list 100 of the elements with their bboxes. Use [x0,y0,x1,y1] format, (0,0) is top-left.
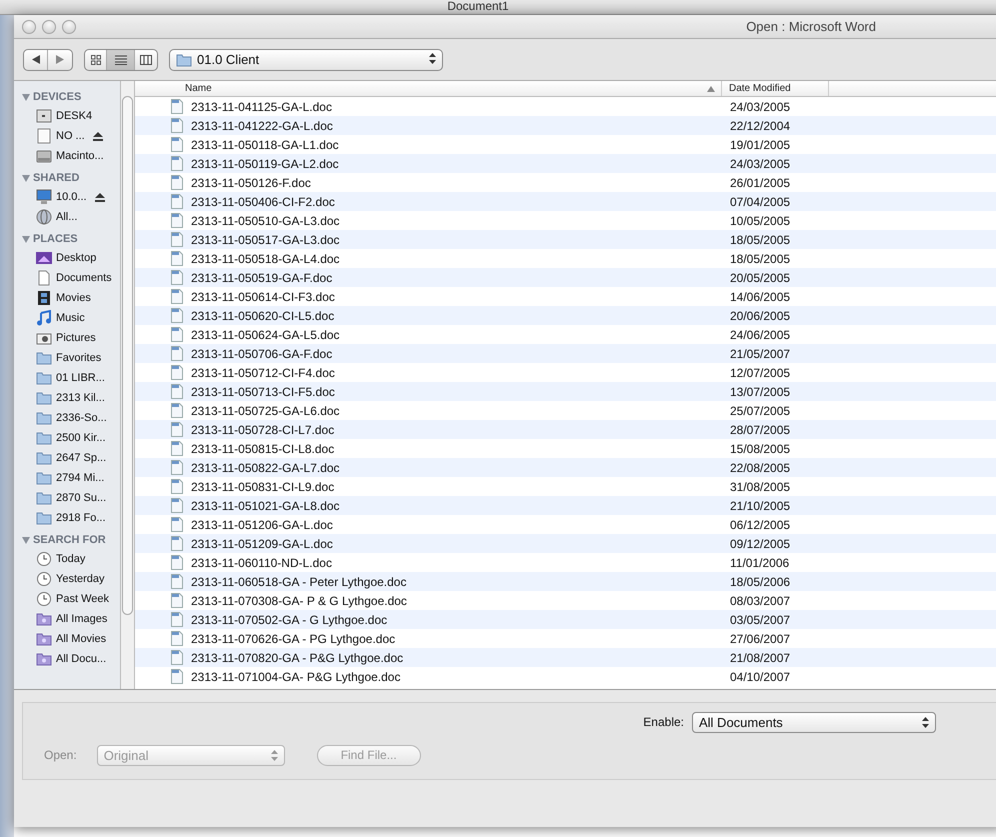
document-icon [171,498,183,513]
file-row[interactable]: 2313-11-050713-CI-F5.doc 13/07/2005 [135,382,996,401]
sidebar-item[interactable]: Documents [56,272,112,284]
minimize-button[interactable] [42,20,56,34]
file-row[interactable]: 2313-11-041222-GA-L.doc 22/12/2004 [135,116,996,135]
sidebar-item[interactable]: 01 LIBR... [56,372,105,384]
date-modified: 21/08/2007 [729,650,792,664]
monitor-icon [36,189,52,205]
sidebar-item[interactable]: All Images [56,613,108,625]
smart-folder-icon [36,611,52,627]
date-modified: 07/04/2005 [729,194,792,208]
file-name: 2313-11-051021-GA-L8.doc [191,498,340,512]
date-modified: 24/06/2005 [729,328,792,342]
updown-arrows-icon [429,53,436,64]
drive-icon [36,128,52,144]
document-icon [171,365,183,380]
column-view-icon [140,54,152,64]
file-row[interactable]: 2313-11-050406-CI-F2.doc 07/04/2005 [135,192,996,211]
date-modified: 18/05/2005 [729,252,792,266]
sidebar-heading: PLACES [33,233,78,245]
document-icon [171,194,183,209]
file-name: 2313-11-050815-CI-L8.doc [191,442,334,456]
document-icon [171,213,183,228]
sidebar-item[interactable]: All... [56,211,78,223]
sidebar-item[interactable]: All Docu... [56,653,106,665]
disclosure-triangle-icon[interactable] [22,94,30,100]
sidebar-item[interactable]: Macinto... [56,150,104,162]
file-row[interactable]: 2313-11-051021-GA-L8.doc 21/10/2005 [135,496,996,515]
date-modified: 15/08/2005 [729,442,792,456]
sidebar-item[interactable]: Music [56,312,85,324]
file-row[interactable]: 2313-11-050706-GA-F.doc 21/05/2007 [135,344,996,363]
name-column-header[interactable]: Name [135,81,722,96]
file-name: 2313-11-051209-GA-L.doc [191,536,333,550]
folder-icon [36,350,52,366]
sidebar-item[interactable]: DESK4 [56,110,92,122]
date-modified: 25/07/2005 [729,404,792,418]
disclosure-triangle-icon[interactable] [22,174,30,182]
file-name: 2313-11-050822-GA-L7.doc [191,460,340,474]
sidebar-item[interactable]: 2918 Fo... [56,512,106,524]
view-mode-button[interactable] [107,50,135,70]
scroll-bar[interactable] [120,81,135,689]
file-name: 2313-11-050706-GA-F.doc [191,346,332,360]
file-row[interactable]: 2313-11-060518-GA - Peter Lythgoe.doc 18/05/2006 [135,572,996,591]
file-row[interactable]: 2313-11-070502-GA - G Lythgoe.doc 03/05/2007 [135,610,996,629]
folder-icon [36,370,52,386]
document-icon [171,631,183,646]
clock-icon [36,571,52,587]
date-modified: 14/06/2005 [729,290,792,304]
file-name: 2313-11-050126-F.doc [191,176,311,190]
music-note-icon [36,310,52,326]
date-modified: 21/10/2005 [729,498,792,512]
document-icon [171,308,183,323]
sidebar-item[interactable]: Past Week [56,593,109,605]
eject-icon[interactable] [92,132,103,140]
file-row[interactable]: 2313-11-050519-GA-F.doc 20/05/2005 [135,268,996,287]
sidebar-item[interactable]: Movies [56,292,91,304]
document-icon [171,384,183,399]
folder-icon [36,430,52,446]
file-row[interactable]: 2313-11-050620-CI-L5.doc 20/06/2005 [135,306,996,325]
sidebar-item[interactable]: Desktop [56,252,96,264]
sidebar-item[interactable]: Yesterday [56,573,105,585]
sidebar-item[interactable]: 2647 Sp... [56,452,106,464]
date-modified: 11/01/2006 [729,556,790,570]
sidebar-item[interactable]: 2870 Su... [56,492,106,504]
enable-popup[interactable]: All Documents [692,712,936,732]
back-forward-control[interactable] [23,48,73,70]
sidebar-item[interactable]: 10.0... [56,191,87,203]
file-row[interactable]: 2313-11-051209-GA-L.doc 09/12/2005 [135,534,996,553]
sidebar-item[interactable]: Favorites [56,352,102,364]
view-mode-control[interactable] [84,48,158,70]
sidebar-item[interactable]: Today [56,553,86,565]
document-icon [171,441,183,456]
file-row[interactable]: 2313-11-050728-CI-L7.doc 28/07/2005 [135,420,996,439]
sidebar-item[interactable]: 2500 Kir... [56,432,106,444]
date-modified: 13/07/2005 [729,384,792,398]
sidebar-item[interactable]: 2336-So... [56,412,107,424]
document-icon [171,574,183,589]
date-modified: 20/05/2005 [729,270,792,284]
location-popup[interactable]: 01.0 Client [169,48,443,70]
file-row[interactable]: 2313-11-050119-GA-L2.doc 24/03/2005 [135,154,996,173]
sidebar-item[interactable]: NO ... [56,130,85,142]
file-name: 2313-11-060518-GA - Peter Lythgoe.doc [191,574,406,588]
zoom-button[interactable] [62,20,76,34]
sidebar-item[interactable]: Pictures [56,332,96,344]
sidebar-item[interactable]: 2313 Kil... [56,392,105,404]
updown-arrows-icon [922,716,929,728]
disclosure-triangle-icon[interactable] [22,236,30,242]
eject-icon[interactable] [94,192,105,202]
disclosure-triangle-icon[interactable] [22,536,30,544]
file-row[interactable]: 2313-11-050822-GA-L7.doc 22/08/2005 [135,458,996,477]
scroll-thumb[interactable] [122,96,133,615]
sidebar-item[interactable]: 2794 Mi... [56,472,104,484]
date-column-header[interactable]: Date Modified [722,81,829,96]
document-icon [171,612,183,627]
close-button[interactable] [22,20,36,34]
date-modified: 22/08/2005 [729,460,792,474]
file-row[interactable]: 2313-11-070820-GA - P&G Lythgoe.doc 21/08/2007 [135,648,996,667]
sidebar-item[interactable]: All Movies [56,633,106,645]
sidebar-heading: DEVICES [33,91,82,103]
file-row[interactable]: 2313-11-050517-GA-L3.doc 18/05/2005 [135,230,996,249]
